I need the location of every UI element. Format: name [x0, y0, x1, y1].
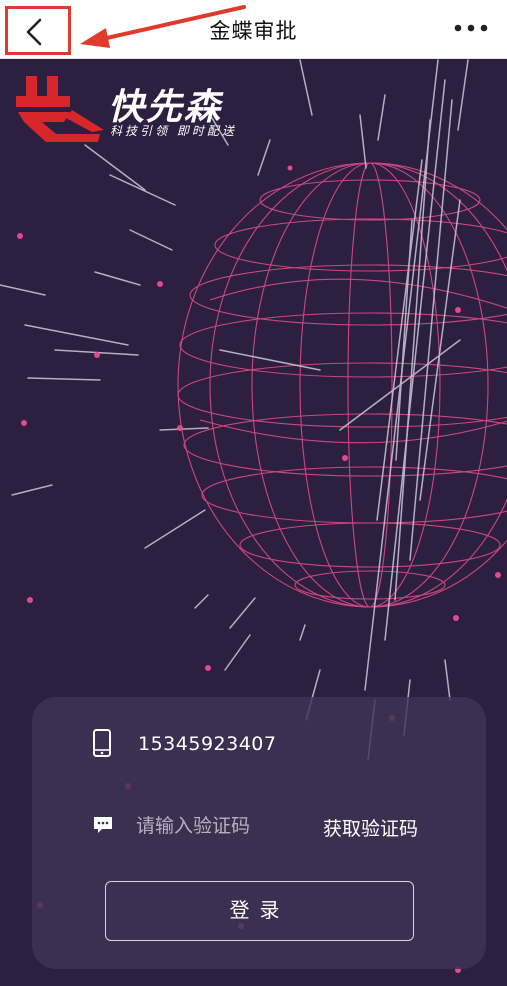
page-title: 金蝶审批 [209, 19, 298, 43]
login-button[interactable]: 登录 [105, 881, 414, 941]
phone-icon [93, 729, 111, 757]
phone-number-field[interactable]: 15345923407 [138, 733, 276, 755]
get-code-button[interactable]: 获取验证码 [323, 814, 418, 841]
more-dots-icon[interactable] [453, 20, 489, 36]
brand-slogan: 科技引领 即时配送 [110, 124, 237, 138]
top-nav-bar: 金蝶审批 [0, 0, 507, 59]
message-icon [94, 817, 112, 833]
verification-code-input[interactable] [136, 812, 306, 840]
brand-logo-icon [16, 76, 104, 142]
